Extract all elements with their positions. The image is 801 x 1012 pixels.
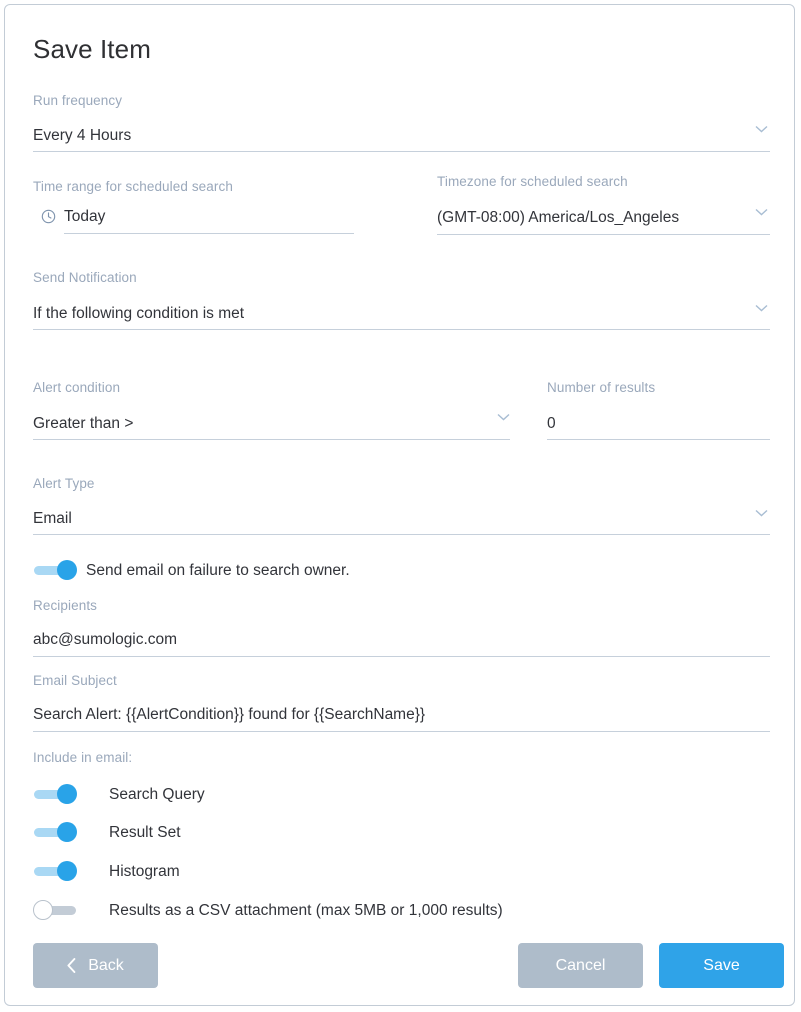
back-button[interactable]: Back	[33, 943, 158, 988]
send-notification-value[interactable]: If the following condition is met	[33, 305, 244, 323]
email-subject-underline	[33, 731, 770, 732]
toggle-knob	[57, 784, 77, 804]
email-subject-label: Email Subject	[33, 673, 117, 688]
toggle-csv-attachment-label: Results as a CSV attachment (max 5MB or …	[109, 902, 503, 920]
toggle-knob	[57, 560, 77, 580]
recipients-input[interactable]: abc@sumologic.com	[33, 631, 177, 649]
send-notification-underline	[33, 329, 770, 330]
number-of-results-label: Number of results	[547, 380, 655, 395]
alert-type-value[interactable]: Email	[33, 510, 72, 528]
toggle-send-email-on-failure[interactable]	[33, 560, 79, 580]
chevron-down-icon[interactable]	[497, 413, 510, 421]
save-button[interactable]: Save	[659, 943, 784, 988]
cancel-button[interactable]: Cancel	[518, 943, 643, 988]
toggle-search-query-label: Search Query	[109, 786, 205, 804]
toggle-histogram-label: Histogram	[109, 863, 180, 881]
number-of-results-input[interactable]: 0	[547, 415, 556, 433]
alert-type-underline	[33, 534, 770, 535]
save-button-label: Save	[703, 957, 739, 975]
run-frequency-underline	[33, 151, 770, 152]
chevron-down-icon[interactable]	[755, 304, 768, 312]
number-of-results-underline	[547, 439, 770, 440]
cancel-button-label: Cancel	[556, 957, 606, 975]
timezone-label: Timezone for scheduled search	[437, 174, 628, 189]
toggle-result-set-label: Result Set	[109, 824, 181, 842]
run-frequency-label: Run frequency	[33, 93, 122, 108]
timezone-value[interactable]: (GMT-08:00) America/Los_Angeles	[437, 209, 679, 227]
toggle-knob	[33, 900, 53, 920]
toggle-result-set[interactable]	[33, 822, 79, 842]
chevron-left-icon	[67, 958, 76, 973]
chevron-down-icon[interactable]	[755, 208, 768, 216]
toggle-knob	[57, 861, 77, 881]
time-range-value[interactable]: Today	[64, 208, 105, 226]
recipients-underline	[33, 656, 770, 657]
dialog-body: Save Item Run frequency Every 4 Hours Ti…	[31, 5, 770, 1005]
chevron-down-icon[interactable]	[755, 509, 768, 517]
run-frequency-value[interactable]: Every 4 Hours	[33, 127, 131, 145]
alert-condition-label: Alert condition	[33, 380, 120, 395]
chevron-down-icon[interactable]	[755, 125, 768, 133]
time-range-underline	[64, 233, 354, 234]
page-title: Save Item	[33, 34, 151, 65]
recipients-label: Recipients	[33, 598, 97, 613]
back-button-label: Back	[88, 957, 124, 975]
toggle-send-email-on-failure-label: Send email on failure to search owner.	[86, 562, 350, 580]
toggle-csv-attachment[interactable]	[33, 900, 79, 920]
alert-condition-value[interactable]: Greater than >	[33, 415, 133, 433]
include-in-email-label: Include in email:	[33, 750, 132, 765]
send-notification-label: Send Notification	[33, 270, 137, 285]
alert-type-label: Alert Type	[33, 476, 95, 491]
timezone-underline	[437, 234, 770, 235]
toggle-search-query[interactable]	[33, 784, 79, 804]
toggle-histogram[interactable]	[33, 861, 79, 881]
toggle-knob	[57, 822, 77, 842]
clock-icon	[41, 209, 56, 224]
time-range-label: Time range for scheduled search	[33, 179, 233, 194]
email-subject-input[interactable]: Search Alert: {{AlertCondition}} found f…	[33, 706, 425, 724]
save-item-dialog: Save Item Run frequency Every 4 Hours Ti…	[4, 4, 795, 1006]
alert-condition-underline	[33, 439, 510, 440]
